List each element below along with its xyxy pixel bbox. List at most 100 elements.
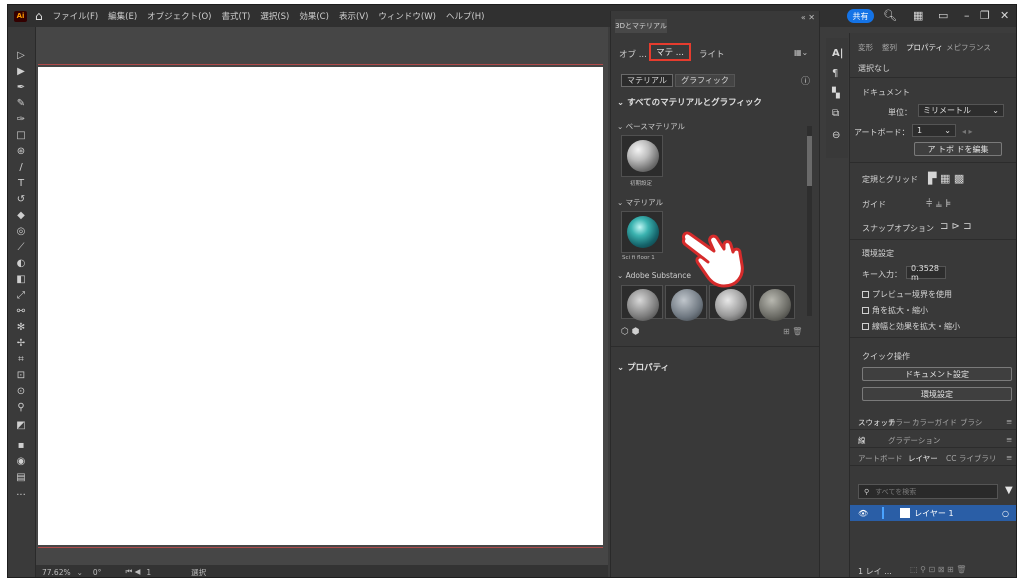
seg-graphics-button[interactable]: グラフィック <box>675 74 735 87</box>
scale-strokes-checkbox[interactable]: 線幅と効果を拡大・縮小 <box>862 321 960 332</box>
layer-row[interactable]: 👁 レイヤー 1 ○ <box>850 505 1016 521</box>
workspace-icon[interactable]: ▦ <box>913 9 923 22</box>
menu-type[interactable]: 書式(T) <box>222 10 251 22</box>
menu-select[interactable]: 選択(S) <box>260 10 289 22</box>
artboard-dropdown[interactable]: 1 ⌄ <box>912 124 956 137</box>
color-mode-icon[interactable]: ▪ <box>13 439 29 452</box>
tab-stroke[interactable]: 線 <box>858 435 866 446</box>
tab-align[interactable]: 整列 <box>882 42 897 53</box>
zoom-dropdown-icon[interactable]: ⌄ <box>77 568 83 577</box>
share-button[interactable]: 共有 <box>847 9 874 23</box>
more-tools-icon[interactable]: ··· <box>13 489 29 502</box>
substance-thumb-2[interactable] <box>665 285 707 321</box>
shape-builder-icon[interactable]: ◐ <box>13 257 29 270</box>
section-properties[interactable]: ⌄ プロパティ <box>617 361 669 373</box>
home-icon[interactable]: ⌂ <box>35 9 43 23</box>
layer-search-input[interactable]: ⚲ すべてを検索 <box>858 484 998 499</box>
eraser-tool-icon[interactable]: ◆ <box>13 209 29 222</box>
artboard-canvas[interactable] <box>38 67 603 545</box>
material-actions-icon[interactable]: ⊞ 🗑 <box>783 327 802 336</box>
tab-properties[interactable]: プロパティ <box>906 42 943 53</box>
panel-menu-icon[interactable]: ≡ <box>1006 453 1012 462</box>
tab-appearance[interactable]: メピフランス <box>946 42 991 53</box>
rulers-grid-icons[interactable]: ▛ ▦ ▩ <box>928 172 964 185</box>
tab-gradient[interactable]: グラデーション <box>888 435 940 446</box>
panel-menu-icon[interactable]: ≡ <box>1006 417 1012 426</box>
target-icon[interactable]: ○ <box>1002 509 1009 518</box>
draw-mode-icon[interactable]: ◉ <box>13 455 29 468</box>
key-input-field[interactable]: 0.3528 m <box>906 264 946 282</box>
width-tool-icon[interactable]: ⟋ <box>13 241 29 254</box>
menu-help[interactable]: ヘルプ(H) <box>446 10 485 22</box>
filter-icon[interactable]: ▼ <box>1005 485 1013 496</box>
zoom-level[interactable]: 77.62% <box>42 568 71 577</box>
symbol-tool-icon[interactable]: ✻ <box>13 321 29 334</box>
preferences-button[interactable]: 環境設定 <box>862 387 1012 401</box>
guides-icons[interactable]: ⫩ ⫨ ⊧ <box>926 197 951 211</box>
menu-edit[interactable]: 編集(E) <box>108 10 137 22</box>
checkbox-box[interactable] <box>862 291 869 298</box>
layer-name[interactable]: レイヤー 1 <box>914 508 953 519</box>
slice-tool-icon[interactable]: ⊡ <box>13 369 29 382</box>
artboards-icon[interactable]: ⧉ <box>832 108 839 119</box>
paragraph-icon[interactable]: ¶ <box>832 68 838 79</box>
substance-thumb-4[interactable] <box>753 285 795 321</box>
search-icon[interactable]: 🔍︎ <box>883 9 897 22</box>
brush-tool-icon[interactable]: / <box>13 161 29 174</box>
units-dropdown[interactable]: ミリメートル ⌄ <box>918 104 1004 117</box>
minimize-icon[interactable]: – <box>964 9 970 22</box>
tab-transform[interactable]: 変形 <box>858 42 873 53</box>
tab-artboards[interactable]: アートボード <box>858 453 903 464</box>
panel-menu-icon[interactable]: ≡ <box>1006 435 1012 444</box>
menu-view[interactable]: 表示(V) <box>339 10 368 22</box>
base-material-thumb[interactable] <box>621 135 663 177</box>
artboard-nav-icon[interactable]: ◂ ▸ <box>962 127 973 136</box>
edit-artboards-button[interactable]: ア トボ ドを編集 <box>914 142 1002 156</box>
warp-tool-icon[interactable]: ◎ <box>13 225 29 238</box>
links-icon[interactable]: ⊖ <box>832 130 840 141</box>
document-setup-button[interactable]: ドキュメント設定 <box>862 367 1012 381</box>
blend-tool-icon[interactable]: ⚯ <box>13 305 29 318</box>
rotation-value[interactable]: 0° <box>93 568 102 577</box>
character-icon[interactable]: A| <box>832 48 843 59</box>
tab-materials[interactable]: マテ ... <box>649 43 691 61</box>
tab-color-guide[interactable]: カラーガイド <box>912 417 957 428</box>
rectangle-tool-icon[interactable]: □ <box>13 129 29 142</box>
substance-thumb-1[interactable] <box>621 285 663 321</box>
snap-icons[interactable]: ⊐ ⊳ ⊐ <box>940 221 972 232</box>
close-icon[interactable]: ✕ <box>1000 9 1009 22</box>
preview-bounds-checkbox[interactable]: プレビュー境界を使用 <box>862 289 952 300</box>
section-base-material[interactable]: ⌄ ベースマテリアル <box>617 121 685 132</box>
scifi-floor-thumb[interactable] <box>621 211 663 253</box>
anchor-tool-icon[interactable]: ✑ <box>13 113 29 126</box>
zoom-tool-icon[interactable]: ⚲ <box>13 401 29 414</box>
menu-file[interactable]: ファイル(F) <box>53 10 99 22</box>
rotate-tool-icon[interactable]: ↺ <box>13 193 29 206</box>
tab-lighting[interactable]: ライト <box>699 48 725 60</box>
hand-tool-icon[interactable]: ⊙ <box>13 385 29 398</box>
menu-window[interactable]: ウィンドウ(W) <box>378 10 436 22</box>
panel-collapse-icon[interactable]: « ✕ <box>801 13 815 22</box>
seg-materials-button[interactable]: マテリアル <box>621 74 673 87</box>
section-all-materials[interactable]: ⌄ すべてのマテリアルとグラフィック <box>617 96 762 108</box>
pin-tool-icon[interactable]: ✢ <box>13 337 29 350</box>
checkbox-box[interactable] <box>862 307 869 314</box>
visibility-icon[interactable]: 👁 <box>858 509 868 518</box>
pen-tool-icon[interactable]: ✒ <box>13 81 29 94</box>
substance-thumb-3[interactable] <box>709 285 751 321</box>
menu-object[interactable]: オブジェクト(O) <box>147 10 211 22</box>
render-options-icon[interactable]: ▦⌄ <box>794 48 808 57</box>
tab-brushes[interactable]: ブラシ <box>960 417 982 428</box>
tab-object[interactable]: オブ ... <box>619 48 647 60</box>
screen-mode-icon[interactable]: ▤ <box>13 471 29 484</box>
scrollbar-thumb[interactable] <box>807 136 812 186</box>
checkbox-box[interactable] <box>862 323 869 330</box>
selection-tool-icon[interactable]: ▷ <box>13 49 29 62</box>
artboard-tool-icon[interactable]: ⌗ <box>13 353 29 366</box>
restore-icon[interactable]: ❐ <box>980 9 990 22</box>
page-number[interactable]: 1 <box>146 568 151 577</box>
transform-icon[interactable]: ▚ <box>832 88 840 99</box>
info-icon[interactable]: ⓘ <box>801 74 810 87</box>
scale-corners-checkbox[interactable]: 角を拡大・縮小 <box>862 305 928 316</box>
page-nav-icon[interactable]: ⏮ ◀ <box>125 567 140 577</box>
